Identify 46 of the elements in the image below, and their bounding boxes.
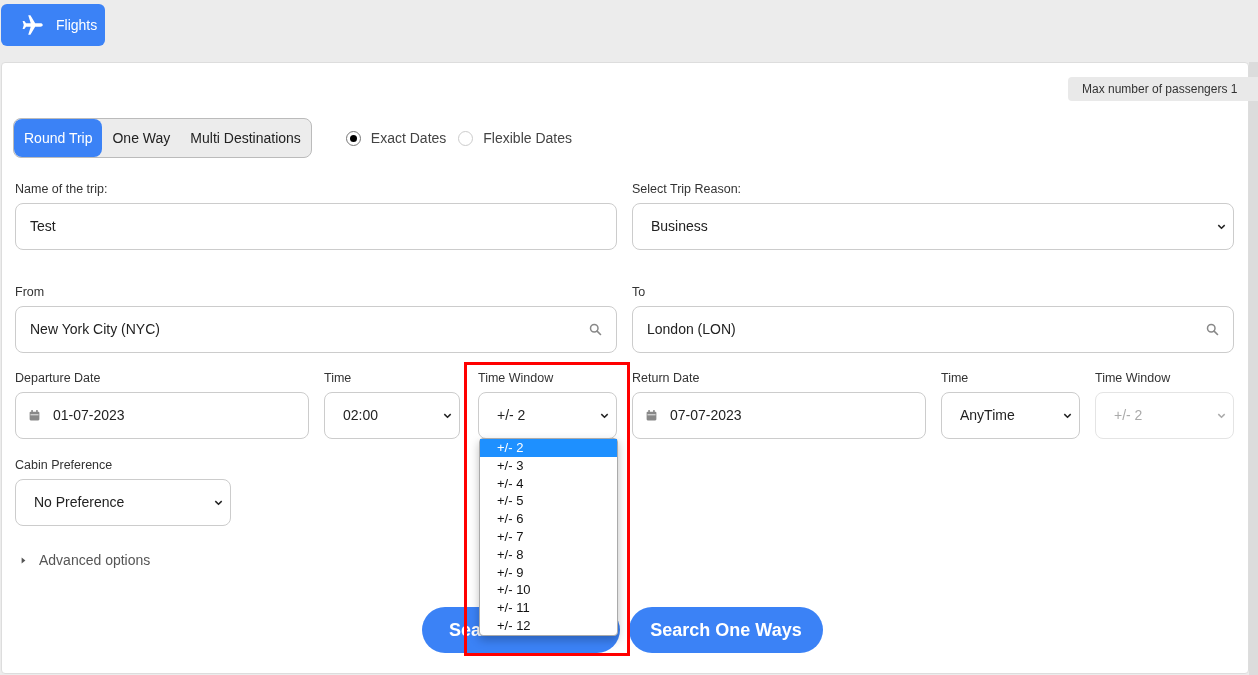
dropdown-option[interactable]: +/- 4 [480,474,617,493]
field-label: Time [324,371,353,385]
passenger-limit-note: Max number of passengers 1 [1068,77,1258,101]
radio-label: Flexible Dates [483,128,572,148]
search-button[interactable]: Search One Ways [629,607,823,653]
dropdown-option[interactable]: +/- 3 [480,456,617,475]
calendar-icon [645,409,658,422]
field-label: To [632,285,647,299]
calendar-icon [28,409,41,422]
select-field[interactable]: No Preference [15,479,231,526]
dropdown-option[interactable]: +/- 12 [480,616,617,635]
trip-type-tab[interactable]: Multi Destinations [180,119,311,157]
select-field[interactable]: 02:00 [324,392,460,439]
advanced-options-toggle[interactable]: Advanced options [19,550,151,571]
trip-type-tab[interactable]: Round Trip [14,119,103,157]
field-label: Time Window [478,371,555,385]
flights-tab[interactable]: Flights [1,4,105,46]
field-label: Name of the trip: [15,182,109,196]
dropdown-option[interactable]: +/- 10 [480,581,617,600]
search-icon [588,322,603,337]
dropdown-option[interactable]: +/- 8 [480,545,617,564]
date-field[interactable]: 07-07-2023 [632,392,926,439]
dropdown-option[interactable]: +/- 11 [480,599,617,617]
select-field[interactable]: +/- 2 [478,392,617,439]
field-label: Select Trip Reason: [632,182,743,196]
field-label: Time [941,371,970,385]
trip-type-tab[interactable]: One Way [102,119,181,157]
caret-right-icon [19,556,28,565]
select-field[interactable]: AnyTime [941,392,1080,439]
text-field[interactable]: Test [15,203,617,250]
field-label: Departure Date [15,371,102,385]
search-icon [1205,322,1220,337]
search-field[interactable]: New York City (NYC) [15,306,617,353]
dropdown-option[interactable]: +/- 9 [480,563,617,582]
dropdown-option[interactable]: +/- 6 [480,510,617,528]
field-label: Cabin Preference [15,458,114,472]
field-label: Time Window [1095,371,1172,385]
dropdown-option[interactable]: +/- 5 [480,492,617,511]
select-field[interactable]: Business [632,203,1234,250]
radio-label: Exact Dates [370,128,447,148]
field-label: Return Date [632,371,701,385]
field-label: From [15,285,46,299]
search-field[interactable]: London (LON) [632,306,1234,353]
dropdown-option[interactable]: +/- 7 [480,528,617,546]
date-field[interactable]: 01-07-2023 [15,392,309,439]
select-field: +/- 2 [1095,392,1234,439]
